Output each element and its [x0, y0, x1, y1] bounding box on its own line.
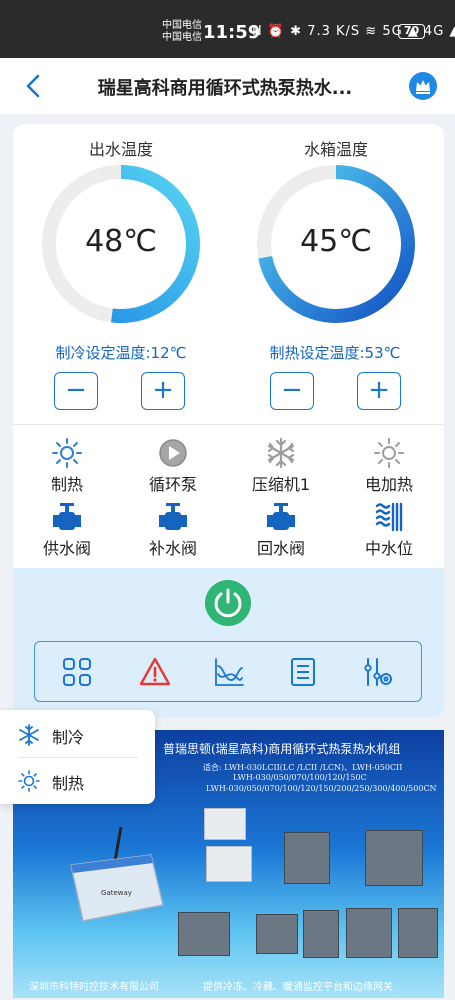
status-makeup-valve: 补水阀: [123, 501, 223, 559]
menu-item-heating[interactable]: 制热: [0, 758, 155, 804]
sun-icon: [374, 438, 404, 468]
status-electric-heater: 电加热: [339, 437, 439, 495]
banner-footer-right: 提供冷冻、冷藏、暖通监控平台和边缘网关: [203, 982, 393, 993]
gateway-label: Gateway: [101, 889, 132, 897]
menu-item-label: 制热: [52, 774, 85, 793]
cooling-setpoint: 制冷设定温度:12℃: [55, 344, 187, 362]
status-label: 中水位: [364, 539, 413, 558]
chart-icon[interactable]: [213, 656, 245, 688]
valve-icon: [267, 503, 295, 530]
status-label: 电加热: [364, 475, 413, 494]
sun-icon: [18, 770, 40, 792]
status-label: 回水阀: [256, 539, 305, 558]
status-supply-valve: 供水阀: [17, 501, 117, 559]
heating-setpoint: 制热设定温度:53℃: [269, 344, 401, 362]
status-label: 供水阀: [42, 539, 91, 558]
carrier-1: 中国电信: [162, 20, 202, 31]
snowflake-icon: [19, 724, 39, 746]
outlet-temp-label: 出水温度: [88, 140, 153, 159]
outlet-temp-value: 48℃: [85, 224, 157, 259]
controller-device-image: [204, 808, 246, 840]
banner-line: LWH-030/050/070/100/120/150C: [233, 773, 367, 782]
heat-pump-unit-image: [398, 908, 438, 958]
banner-line: 适合: LWH-030LCII(LC /LCII /LCN)、LWH-050CI…: [203, 763, 403, 772]
page-title: 瑞星高科商用循环式热泵热水...: [97, 78, 353, 99]
status-label: 补水阀: [148, 539, 197, 558]
heat-pump-unit-image: [284, 832, 330, 884]
heating-increase-button[interactable]: +: [357, 372, 401, 410]
sun-icon: [52, 438, 82, 468]
vip-button[interactable]: [409, 72, 437, 100]
cooling-decrease-button[interactable]: −: [54, 372, 98, 410]
heating-decrease-button[interactable]: −: [270, 372, 314, 410]
tank-temp-label: 水箱温度: [303, 140, 368, 159]
heat-pump-unit-image: [365, 830, 423, 886]
heat-pump-unit-image: [206, 846, 252, 882]
banner-footer-left: 深圳市科特时控技术有限公司: [29, 982, 159, 993]
status-circulation-pump: 循环泵: [123, 437, 223, 495]
list-icon[interactable]: [287, 656, 319, 688]
status-water-level: 中水位: [339, 501, 439, 559]
system-status-bar: 中国电信 中国电信 11:59 N ⏰ ✱ 7.3 K/S ≋ 5G ▲ 4G …: [0, 0, 455, 58]
heat-pump-unit-image: [303, 910, 339, 958]
function-toolbar: [34, 641, 422, 702]
menu-item-cooling[interactable]: 制冷: [0, 712, 155, 758]
valve-icon: [53, 503, 81, 530]
warning-icon[interactable]: [139, 656, 171, 688]
chevron-left-icon[interactable]: [22, 72, 46, 100]
status-label: 制热: [50, 475, 83, 494]
power-icon: [214, 588, 242, 618]
mode-popup-menu: 制冷 制热: [0, 710, 155, 804]
crown-icon: [416, 80, 430, 94]
status-return-valve: 回水阀: [231, 501, 331, 559]
valve-icon: [159, 503, 187, 530]
heat-pump-unit-image: [346, 908, 392, 958]
status-label: 压缩机1: [251, 475, 311, 494]
gateway-device-image: Gateway: [70, 826, 164, 922]
battery-indicator: 70: [398, 24, 425, 39]
settings-sliders-icon[interactable]: [361, 656, 393, 688]
heat-pump-unit-image: [256, 914, 298, 954]
control-panel: [13, 568, 444, 718]
cooling-increase-button[interactable]: +: [141, 372, 185, 410]
carrier-2: 中国电信: [162, 32, 202, 43]
menu-item-label: 制冷: [52, 728, 85, 747]
banner-line: LWH-030/050/070/100/120/150/200/250/300/…: [206, 784, 437, 793]
carrier-info: 中国电信 中国电信: [162, 20, 202, 44]
temperature-panel: 出水温度 水箱温度 48℃ 45℃ 制冷设定温度:12℃ 制热设定温度:53℃ …: [13, 124, 444, 424]
status-label: 循环泵: [148, 475, 197, 494]
status-heating: 制热: [17, 437, 117, 495]
tank-temp-value: 45℃: [300, 224, 372, 259]
power-button[interactable]: [205, 580, 251, 626]
grid-icon[interactable]: [61, 656, 93, 688]
heat-pump-unit-image: [178, 912, 230, 956]
snowflake-icon: [267, 437, 295, 469]
play-circle-icon: [159, 439, 187, 467]
status-compressor-1: 压缩机1: [231, 437, 331, 495]
app-header: 瑞星高科商用循环式热泵热水...: [0, 58, 455, 114]
device-status-grid: 制热 循环泵 压缩机1 电加热 供水阀 补水阀 回水阀 中水位: [13, 424, 444, 568]
banner-title: 普瑞思顿(瑞星高科)商用循环式热泵热水机组: [163, 742, 401, 756]
water-level-icon: [375, 502, 403, 532]
